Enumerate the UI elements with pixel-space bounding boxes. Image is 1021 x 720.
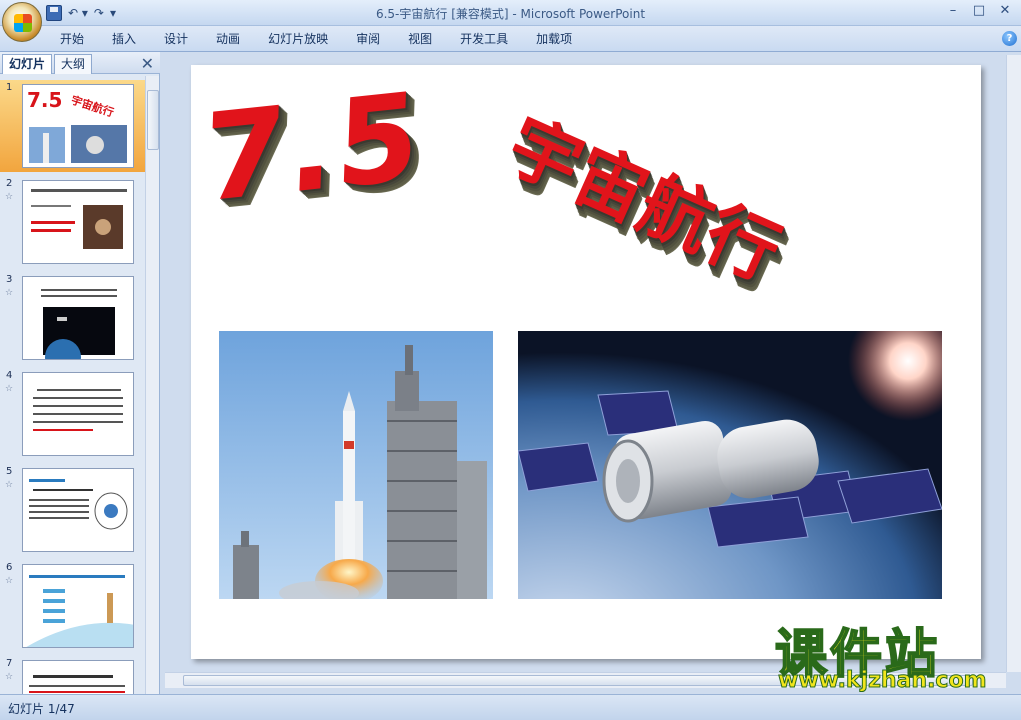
thumbnail-list: 1 7.5 宇宙航行 2 ☆ 3 ☆ 4 ☆ 5 ☆ 6 ☆ 7 ☆ xyxy=(0,76,145,694)
ribbon-tabs: 开始 插入 设计 动画 幻灯片放映 审阅 视图 开发工具 加载项 ? xyxy=(0,26,1021,52)
space-station-image xyxy=(518,331,942,599)
thumbnail-preview xyxy=(22,372,134,456)
window-controls: – □ ✕ xyxy=(941,3,1017,21)
tab-animations[interactable]: 动画 xyxy=(202,26,254,52)
thumbnail-5[interactable]: 5 ☆ xyxy=(0,464,145,556)
tab-view[interactable]: 视图 xyxy=(394,26,446,52)
animation-star-icon: ☆ xyxy=(5,576,14,586)
animation-star-icon: ☆ xyxy=(5,480,14,490)
thumbnail-preview xyxy=(22,276,134,360)
close-button[interactable]: ✕ xyxy=(993,3,1017,21)
slide-counter: 幻灯片 1/47 xyxy=(8,702,75,716)
tab-slideshow[interactable]: 幻灯片放映 xyxy=(254,26,342,52)
current-slide[interactable]: 7.5 宇宙航行 xyxy=(191,65,981,659)
rocket-launch-image xyxy=(219,331,493,599)
app-name: Microsoft PowerPoint xyxy=(520,7,646,21)
thumbnail-6-art xyxy=(26,575,133,647)
svg-text:宇宙航行: 宇宙航行 xyxy=(69,93,115,120)
thumbnail-number: 5 xyxy=(6,466,13,477)
title-bar: ↶ ▾ ↷ ▾ 6.5-宇宙航行 [兼容模式] - Microsoft Powe… xyxy=(0,0,1021,42)
maximize-button[interactable]: □ xyxy=(967,3,991,21)
thumbnail-number: 3 xyxy=(6,274,13,285)
slide-title: 宇宙航行 xyxy=(494,102,793,297)
thumbnail-7-art xyxy=(29,675,125,693)
office-button[interactable] xyxy=(2,2,42,42)
pane-tab-strip: 幻灯片 大纲 ✕ xyxy=(0,52,160,74)
thumbnail-3[interactable]: 3 ☆ xyxy=(0,272,145,364)
minimize-button[interactable]: – xyxy=(941,3,965,21)
thumbnail-3-art xyxy=(41,289,117,359)
thumbnail-number: 7 xyxy=(6,658,13,669)
thumbnail-2[interactable]: 2 ☆ xyxy=(0,176,145,268)
tab-slides[interactable]: 幻灯片 xyxy=(2,54,53,74)
thumbnail-scrollbar[interactable] xyxy=(145,76,159,694)
slide-number-title: 7.5 xyxy=(201,66,424,231)
thumbnail-number: 2 xyxy=(6,178,13,189)
thumbnail-2-art xyxy=(31,189,127,249)
thumbnail-preview xyxy=(22,180,134,264)
tab-review[interactable]: 审阅 xyxy=(342,26,394,52)
thumbnail-6[interactable]: 6 ☆ xyxy=(0,560,145,652)
thumbnail-5-art xyxy=(29,479,128,530)
animation-star-icon: ☆ xyxy=(5,672,14,682)
thumbnail-preview xyxy=(22,660,134,694)
tab-home[interactable]: 开始 xyxy=(46,26,98,52)
thumbnail-4[interactable]: 4 ☆ xyxy=(0,368,145,460)
scrollbar-thumb[interactable] xyxy=(147,90,159,150)
thumbnail-preview xyxy=(22,564,134,648)
slide-vertical-scrollbar[interactable] xyxy=(1006,55,1021,672)
close-icon[interactable]: ✕ xyxy=(141,54,154,73)
thumbnail-1-art: 7.5 宇宙航行 xyxy=(27,88,127,163)
thumbnail-4-art xyxy=(33,389,123,431)
tab-design[interactable]: 设计 xyxy=(150,26,202,52)
tab-outline[interactable]: 大纲 xyxy=(54,54,93,74)
thumbnail-7[interactable]: 7 ☆ xyxy=(0,656,145,694)
watermark-url: www.kjzhan.com xyxy=(778,668,988,694)
status-bar: 幻灯片 1/47 xyxy=(0,694,1021,720)
window-title: 6.5-宇宙航行 [兼容模式] - Microsoft PowerPoint xyxy=(0,5,1021,22)
help-icon[interactable]: ? xyxy=(1002,31,1017,46)
slide-editor: 7.5 宇宙航行 xyxy=(165,55,1005,672)
thumbnail-number: 1 xyxy=(6,82,13,93)
animation-star-icon: ☆ xyxy=(5,288,14,298)
thumbnail-1[interactable]: 1 7.5 宇宙航行 xyxy=(0,80,145,172)
thumbnail-preview: 7.5 宇宙航行 xyxy=(22,84,134,168)
thumbnail-preview xyxy=(22,468,134,552)
office-logo-icon xyxy=(14,14,32,32)
tab-addins[interactable]: 加载项 xyxy=(522,26,586,52)
document-title: 6.5-宇宙航行 [兼容模式] - xyxy=(375,7,521,21)
thumbnail-number: 4 xyxy=(6,370,13,381)
tab-developer[interactable]: 开发工具 xyxy=(446,26,522,52)
slides-pane: 幻灯片 大纲 ✕ 1 7.5 宇宙航行 2 ☆ 3 ☆ 4 ☆ 5 ☆ 6 ☆ … xyxy=(0,52,160,694)
tab-insert[interactable]: 插入 xyxy=(98,26,150,52)
svg-text:7.5: 7.5 xyxy=(27,88,62,112)
animation-star-icon: ☆ xyxy=(5,192,14,202)
animation-star-icon: ☆ xyxy=(5,384,14,394)
thumbnail-number: 6 xyxy=(6,562,13,573)
